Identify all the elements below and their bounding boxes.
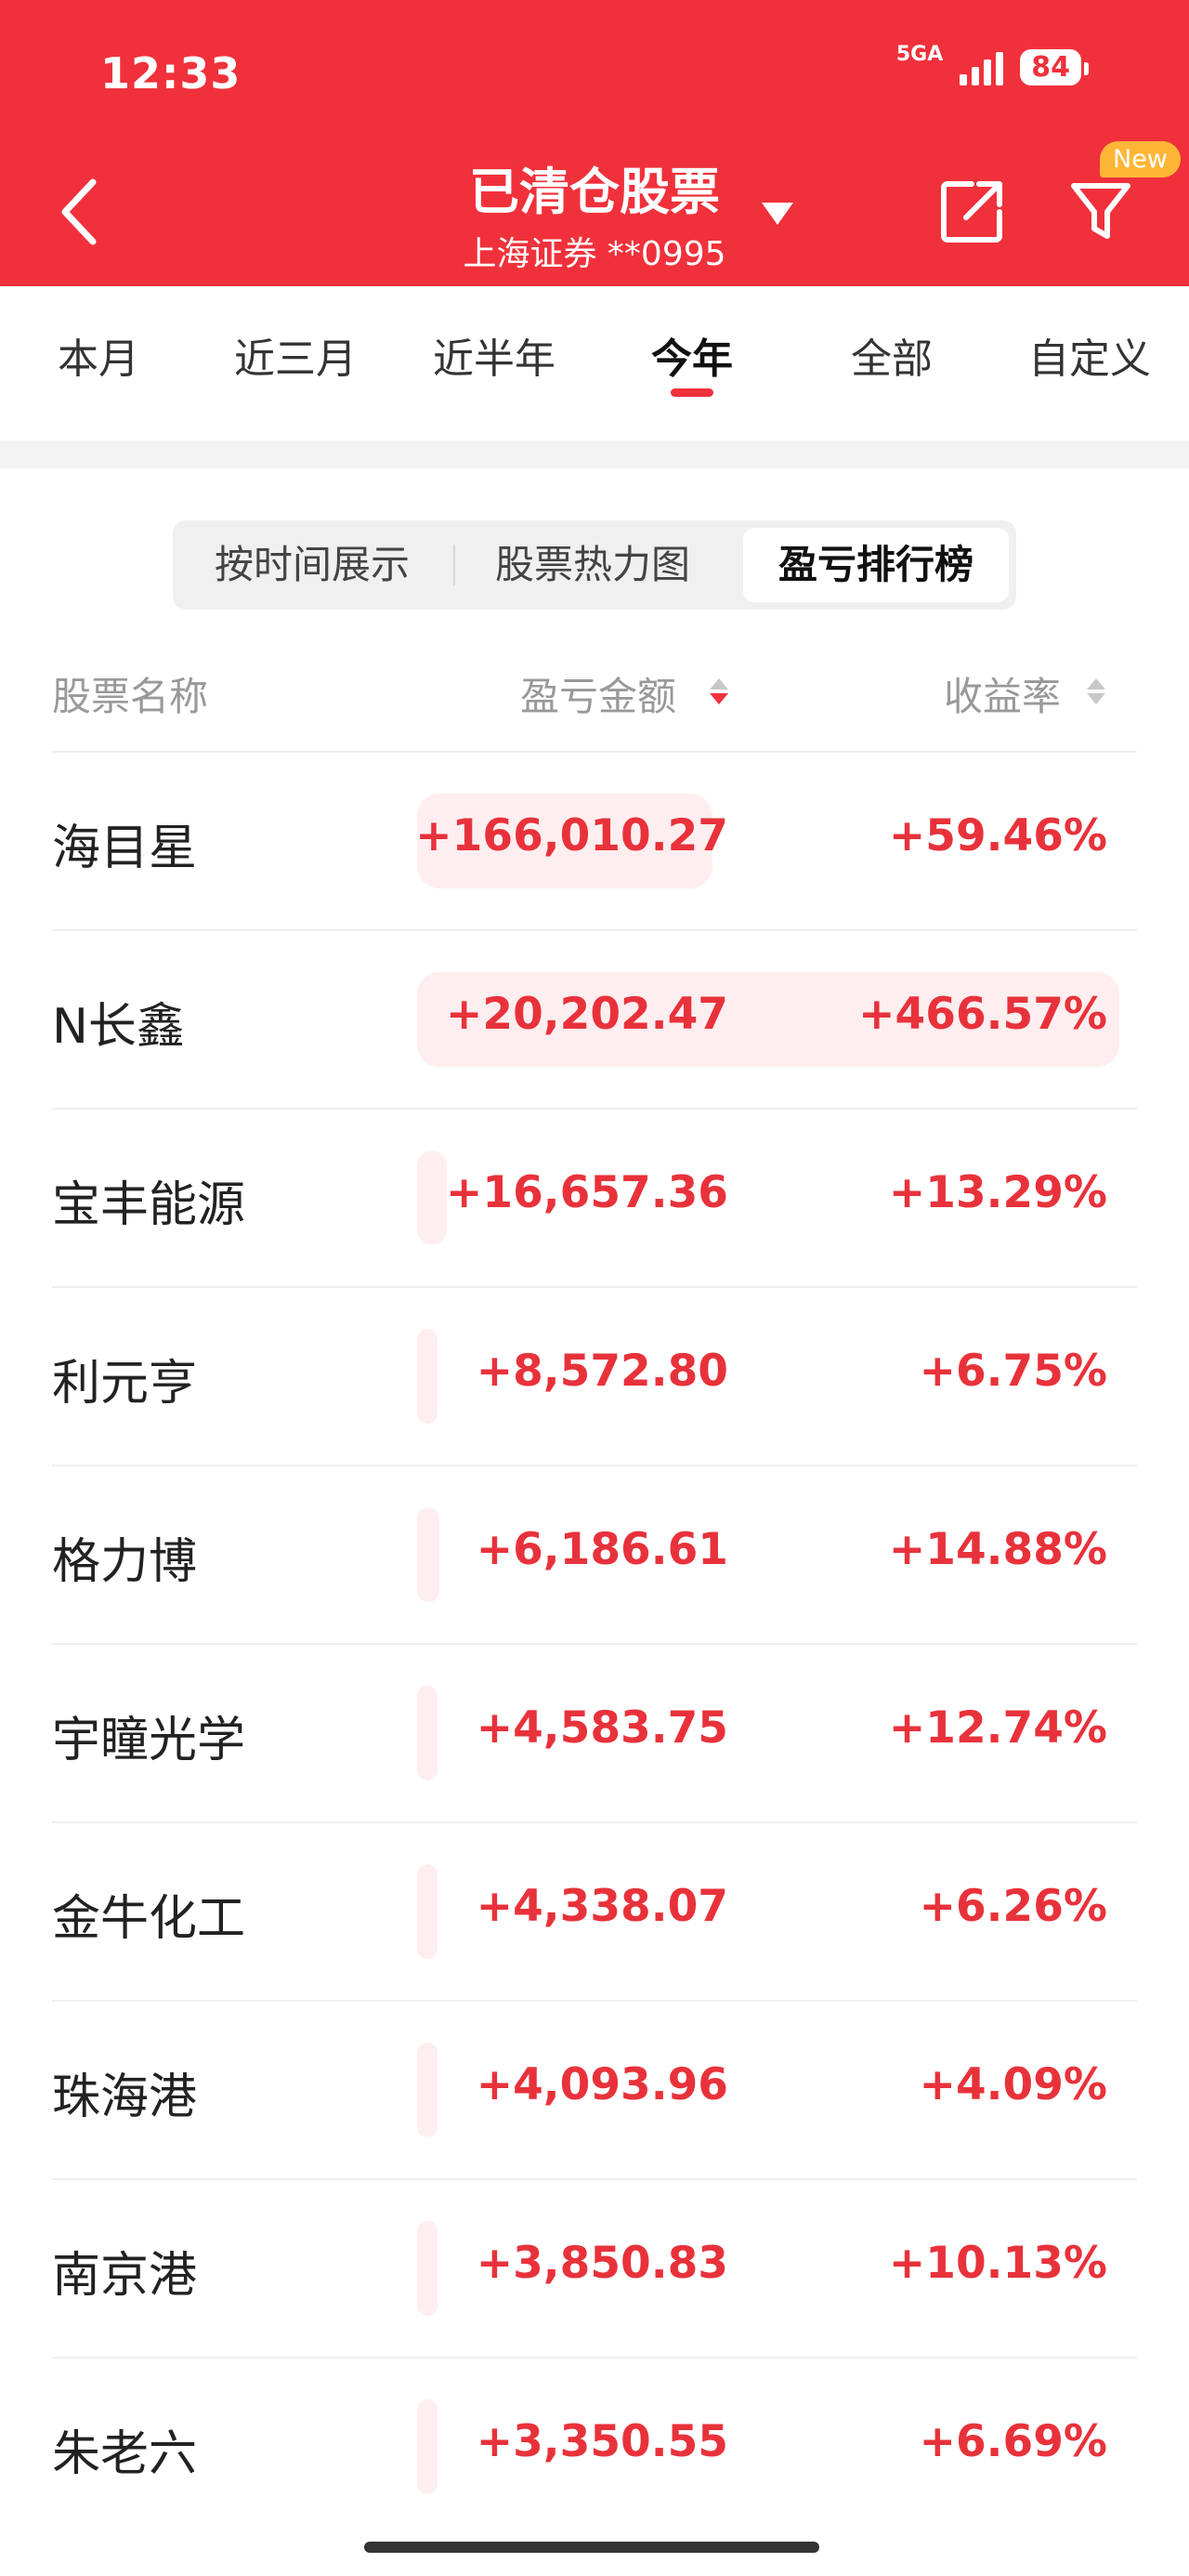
return-rate: +6.26% xyxy=(919,1881,1107,1932)
new-badge: New xyxy=(1100,141,1181,177)
tab-custom[interactable]: 自定义 xyxy=(1028,325,1151,385)
profit-bar xyxy=(417,1507,439,1602)
period-tabs: 本月 近三月 近半年 今年 全部 自定义 xyxy=(0,286,1189,435)
tab-all[interactable]: 全部 xyxy=(851,325,933,385)
share-button[interactable] xyxy=(938,177,1007,245)
tab-this-year[interactable]: 今年 xyxy=(651,325,733,385)
tab-last-three-months[interactable]: 近三月 xyxy=(234,325,357,385)
stock-name: 南京港 xyxy=(52,2248,198,2304)
profit-bar xyxy=(417,1150,447,1245)
column-header-rate[interactable]: 收益率 xyxy=(944,665,1061,722)
home-indicator xyxy=(364,2542,819,2553)
ranking-list: 海目星 +166,010.27 +59.46% N长鑫 +20,202.47 +466.5… xyxy=(52,751,1137,2535)
section-divider xyxy=(0,440,1189,468)
profit-amount: +20,202.47 xyxy=(445,989,728,1040)
return-rate: +4.09% xyxy=(919,2059,1107,2110)
filter-button[interactable] xyxy=(1068,177,1133,245)
caret-down-icon[interactable] xyxy=(762,203,793,225)
account-subtitle: 上海证券 **0995 xyxy=(463,235,726,273)
table-row[interactable]: N长鑫 +20,202.47 +466.57% xyxy=(52,929,1137,1108)
share-icon xyxy=(941,181,1002,243)
filter-icon xyxy=(1071,183,1130,239)
stock-name: 金牛化工 xyxy=(52,1891,246,1947)
table-row[interactable]: 宇瞳光学 +4,583.75 +12.74% xyxy=(52,1643,1137,1821)
table-row[interactable]: 朱老六 +3,350.55 +6.69% xyxy=(52,2357,1137,2535)
stock-name: 朱老六 xyxy=(52,2426,198,2482)
view-switcher: 按时间展示 股票热力图 盈亏排行榜 xyxy=(173,520,1016,610)
stock-name: 利元亨 xyxy=(52,1356,198,1412)
return-rate: +6.75% xyxy=(919,1346,1107,1397)
column-header-name: 股票名称 xyxy=(52,674,209,719)
profit-amount: +4,338.07 xyxy=(476,1881,728,1932)
profit-amount: +4,583.75 xyxy=(476,1702,728,1754)
segment-ranking[interactable]: 盈亏排行榜 xyxy=(743,528,1009,602)
signal-icon xyxy=(960,48,1004,85)
active-tab-indicator xyxy=(671,388,713,397)
profit-bar xyxy=(417,1329,438,1424)
profit-amount: +8,572.80 xyxy=(476,1346,728,1397)
profit-amount: +4,093.96 xyxy=(476,2059,728,2110)
profit-bar xyxy=(417,2399,438,2494)
return-rate: +12.74% xyxy=(888,1702,1107,1754)
app-header: 12:33 5GA 84 已清仓股票 上海证券 **0995 New xyxy=(0,0,1189,286)
status-time: 12:33 xyxy=(100,48,242,99)
profit-amount: +6,186.61 xyxy=(476,1524,728,1575)
table-row[interactable]: 金牛化工 +4,338.07 +6.26% xyxy=(52,1821,1137,2000)
page-title: 已清仓股票 xyxy=(469,163,720,221)
network-type: 5GA xyxy=(895,42,944,66)
return-rate: +466.57% xyxy=(858,989,1107,1040)
table-row[interactable]: 利元亨 +8,572.80 +6.75% xyxy=(52,1286,1137,1465)
profit-bar xyxy=(417,2043,438,2137)
return-rate: +14.88% xyxy=(888,1524,1107,1575)
column-header-amount[interactable]: 盈亏金额 xyxy=(520,665,676,722)
profit-amount: +166,010.27 xyxy=(415,810,728,861)
stock-name: 宇瞳光学 xyxy=(52,1713,246,1768)
profit-amount: +3,850.83 xyxy=(476,2238,728,2289)
battery-icon: 84 xyxy=(1020,48,1089,85)
profit-amount: +16,657.36 xyxy=(445,1167,728,1218)
title-dropdown[interactable]: 已清仓股票 xyxy=(0,151,1189,224)
profit-amount: +3,350.55 xyxy=(476,2416,728,2467)
table-row[interactable]: 海目星 +166,010.27 +59.46% xyxy=(52,751,1137,929)
table-row[interactable]: 珠海港 +4,093.96 +4.09% xyxy=(52,2000,1137,2178)
profit-bar xyxy=(417,1686,438,1781)
return-rate: +13.29% xyxy=(888,1167,1107,1218)
profit-bar xyxy=(417,1864,438,1959)
profit-bar xyxy=(417,2221,438,2316)
stock-name: 海目星 xyxy=(52,821,198,876)
return-rate: +6.69% xyxy=(919,2416,1107,2467)
tab-last-half-year[interactable]: 近半年 xyxy=(433,325,555,385)
stock-name: N长鑫 xyxy=(52,999,185,1055)
table-row[interactable]: 南京港 +3,850.83 +10.13% xyxy=(52,2178,1137,2357)
stock-name: 宝丰能源 xyxy=(52,1177,246,1233)
amount-sort-icon[interactable] xyxy=(710,678,728,706)
status-indicators: 5GA 84 xyxy=(896,43,1089,85)
stock-name: 格力博 xyxy=(52,1534,198,1590)
stock-name: 珠海港 xyxy=(52,2070,198,2125)
table-row[interactable]: 宝丰能源 +16,657.36 +13.29% xyxy=(52,1108,1137,1286)
return-rate: +59.46% xyxy=(888,810,1107,861)
rate-sort-icon[interactable] xyxy=(1087,678,1105,706)
segment-heatmap[interactable]: 股票热力图 xyxy=(455,520,730,610)
return-rate: +10.13% xyxy=(888,2238,1107,2289)
tab-this-month[interactable]: 本月 xyxy=(58,325,139,385)
segment-time-view[interactable]: 按时间展示 xyxy=(173,520,451,610)
table-row[interactable]: 格力博 +6,186.61 +14.88% xyxy=(52,1465,1137,1643)
